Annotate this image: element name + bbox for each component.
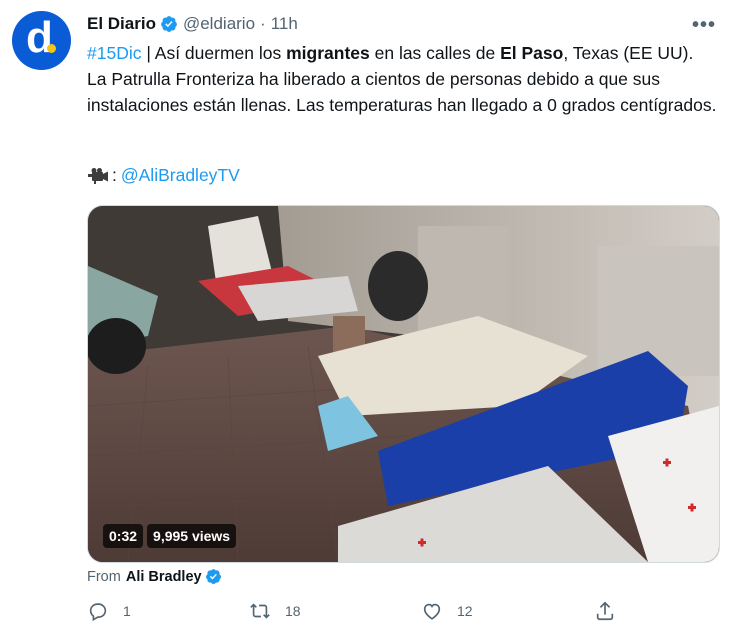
video-player[interactable]: 0:32 9,995 views <box>87 205 720 563</box>
like-icon <box>423 603 441 620</box>
bold-text: El Paso <box>500 43 564 63</box>
avatar-logo: d <box>26 12 53 62</box>
text-part: en las calles de <box>369 43 501 63</box>
video-views: 9,995 views <box>147 524 237 548</box>
tweet-header: El Diario @eldiario · 11h <box>87 14 298 34</box>
reply-icon <box>89 603 107 622</box>
video-camera-icon <box>88 168 108 184</box>
from-label: From <box>87 568 121 585</box>
avatar[interactable]: d <box>12 11 71 70</box>
retweet-icon <box>250 603 270 619</box>
more-options-icon[interactable]: ••• <box>692 14 716 37</box>
tweet-actions: 1 18 12 <box>87 600 627 628</box>
hashtag-link[interactable]: #15Dic <box>87 43 141 63</box>
credit-mention-link[interactable]: @AliBradleyTV <box>121 165 240 186</box>
like-button[interactable]: 12 <box>421 600 473 622</box>
retweet-count: 18 <box>285 603 301 619</box>
source-attribution: From Ali Bradley <box>87 568 222 585</box>
video-stats: 0:32 9,995 views <box>103 524 237 548</box>
author-name[interactable]: El Diario <box>87 14 156 34</box>
share-button[interactable] <box>594 600 616 622</box>
avatar-logo-dot <box>47 44 56 53</box>
author-handle[interactable]: @eldiario <box>183 14 255 34</box>
verified-badge-icon <box>161 16 177 32</box>
reply-button[interactable]: 1 <box>87 600 131 622</box>
text-part: | Así duermen los <box>141 43 287 63</box>
bold-text: migrantes <box>286 43 370 63</box>
tweet-text: #15Dic | Así duermen los migrantes en la… <box>87 40 717 118</box>
credit-colon: : <box>112 165 117 185</box>
retweet-button[interactable]: 18 <box>249 600 301 622</box>
video-duration: 0:32 <box>103 524 144 548</box>
like-count: 12 <box>457 603 473 619</box>
reply-count: 1 <box>123 603 131 619</box>
verified-badge-icon <box>205 569 221 585</box>
video-credit: : @AliBradleyTV <box>87 165 240 186</box>
source-name[interactable]: Ali Bradley <box>126 569 202 585</box>
timestamp[interactable]: 11h <box>271 14 298 34</box>
share-icon <box>596 601 614 621</box>
separator: · <box>260 14 266 33</box>
video-thumbnail <box>88 206 719 562</box>
